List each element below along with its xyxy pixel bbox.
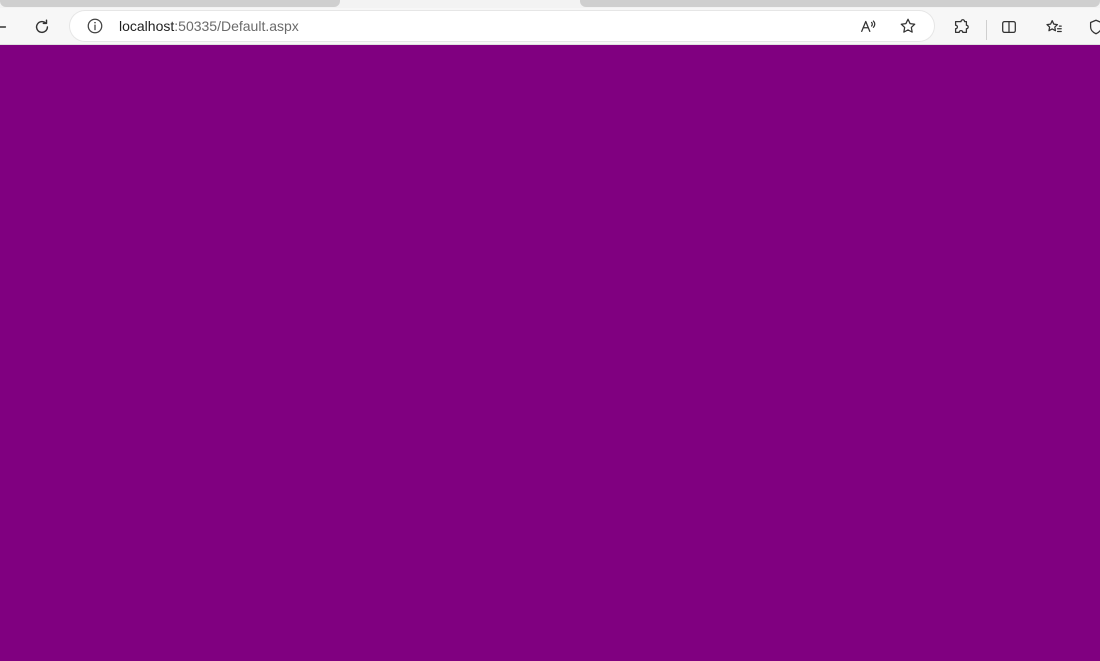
- tab-inactive[interactable]: [580, 0, 1100, 7]
- extensions-icon[interactable]: [947, 13, 975, 41]
- reload-icon[interactable]: [28, 13, 56, 41]
- tab-strip: [0, 0, 1100, 8]
- url-text[interactable]: localhost:50335/Default.aspx: [119, 18, 299, 34]
- site-info-icon[interactable]: [86, 17, 104, 35]
- read-aloud-icon[interactable]: [857, 15, 879, 37]
- split-screen-icon[interactable]: [995, 13, 1023, 41]
- favorite-star-icon[interactable]: [897, 15, 919, 37]
- back-arrow-icon[interactable]: [0, 13, 14, 41]
- favorites-icon[interactable]: [1040, 13, 1068, 41]
- url-host: localhost: [119, 18, 175, 34]
- tab-inactive[interactable]: [0, 0, 340, 7]
- address-bar[interactable]: localhost:50335/Default.aspx: [70, 11, 934, 41]
- browser-essentials-icon[interactable]: [1082, 13, 1100, 41]
- toolbar-divider: [986, 20, 987, 40]
- page-content: [0, 45, 1100, 661]
- url-path: :50335/Default.aspx: [174, 18, 299, 34]
- browser-toolbar: localhost:50335/Default.aspx: [0, 8, 1100, 45]
